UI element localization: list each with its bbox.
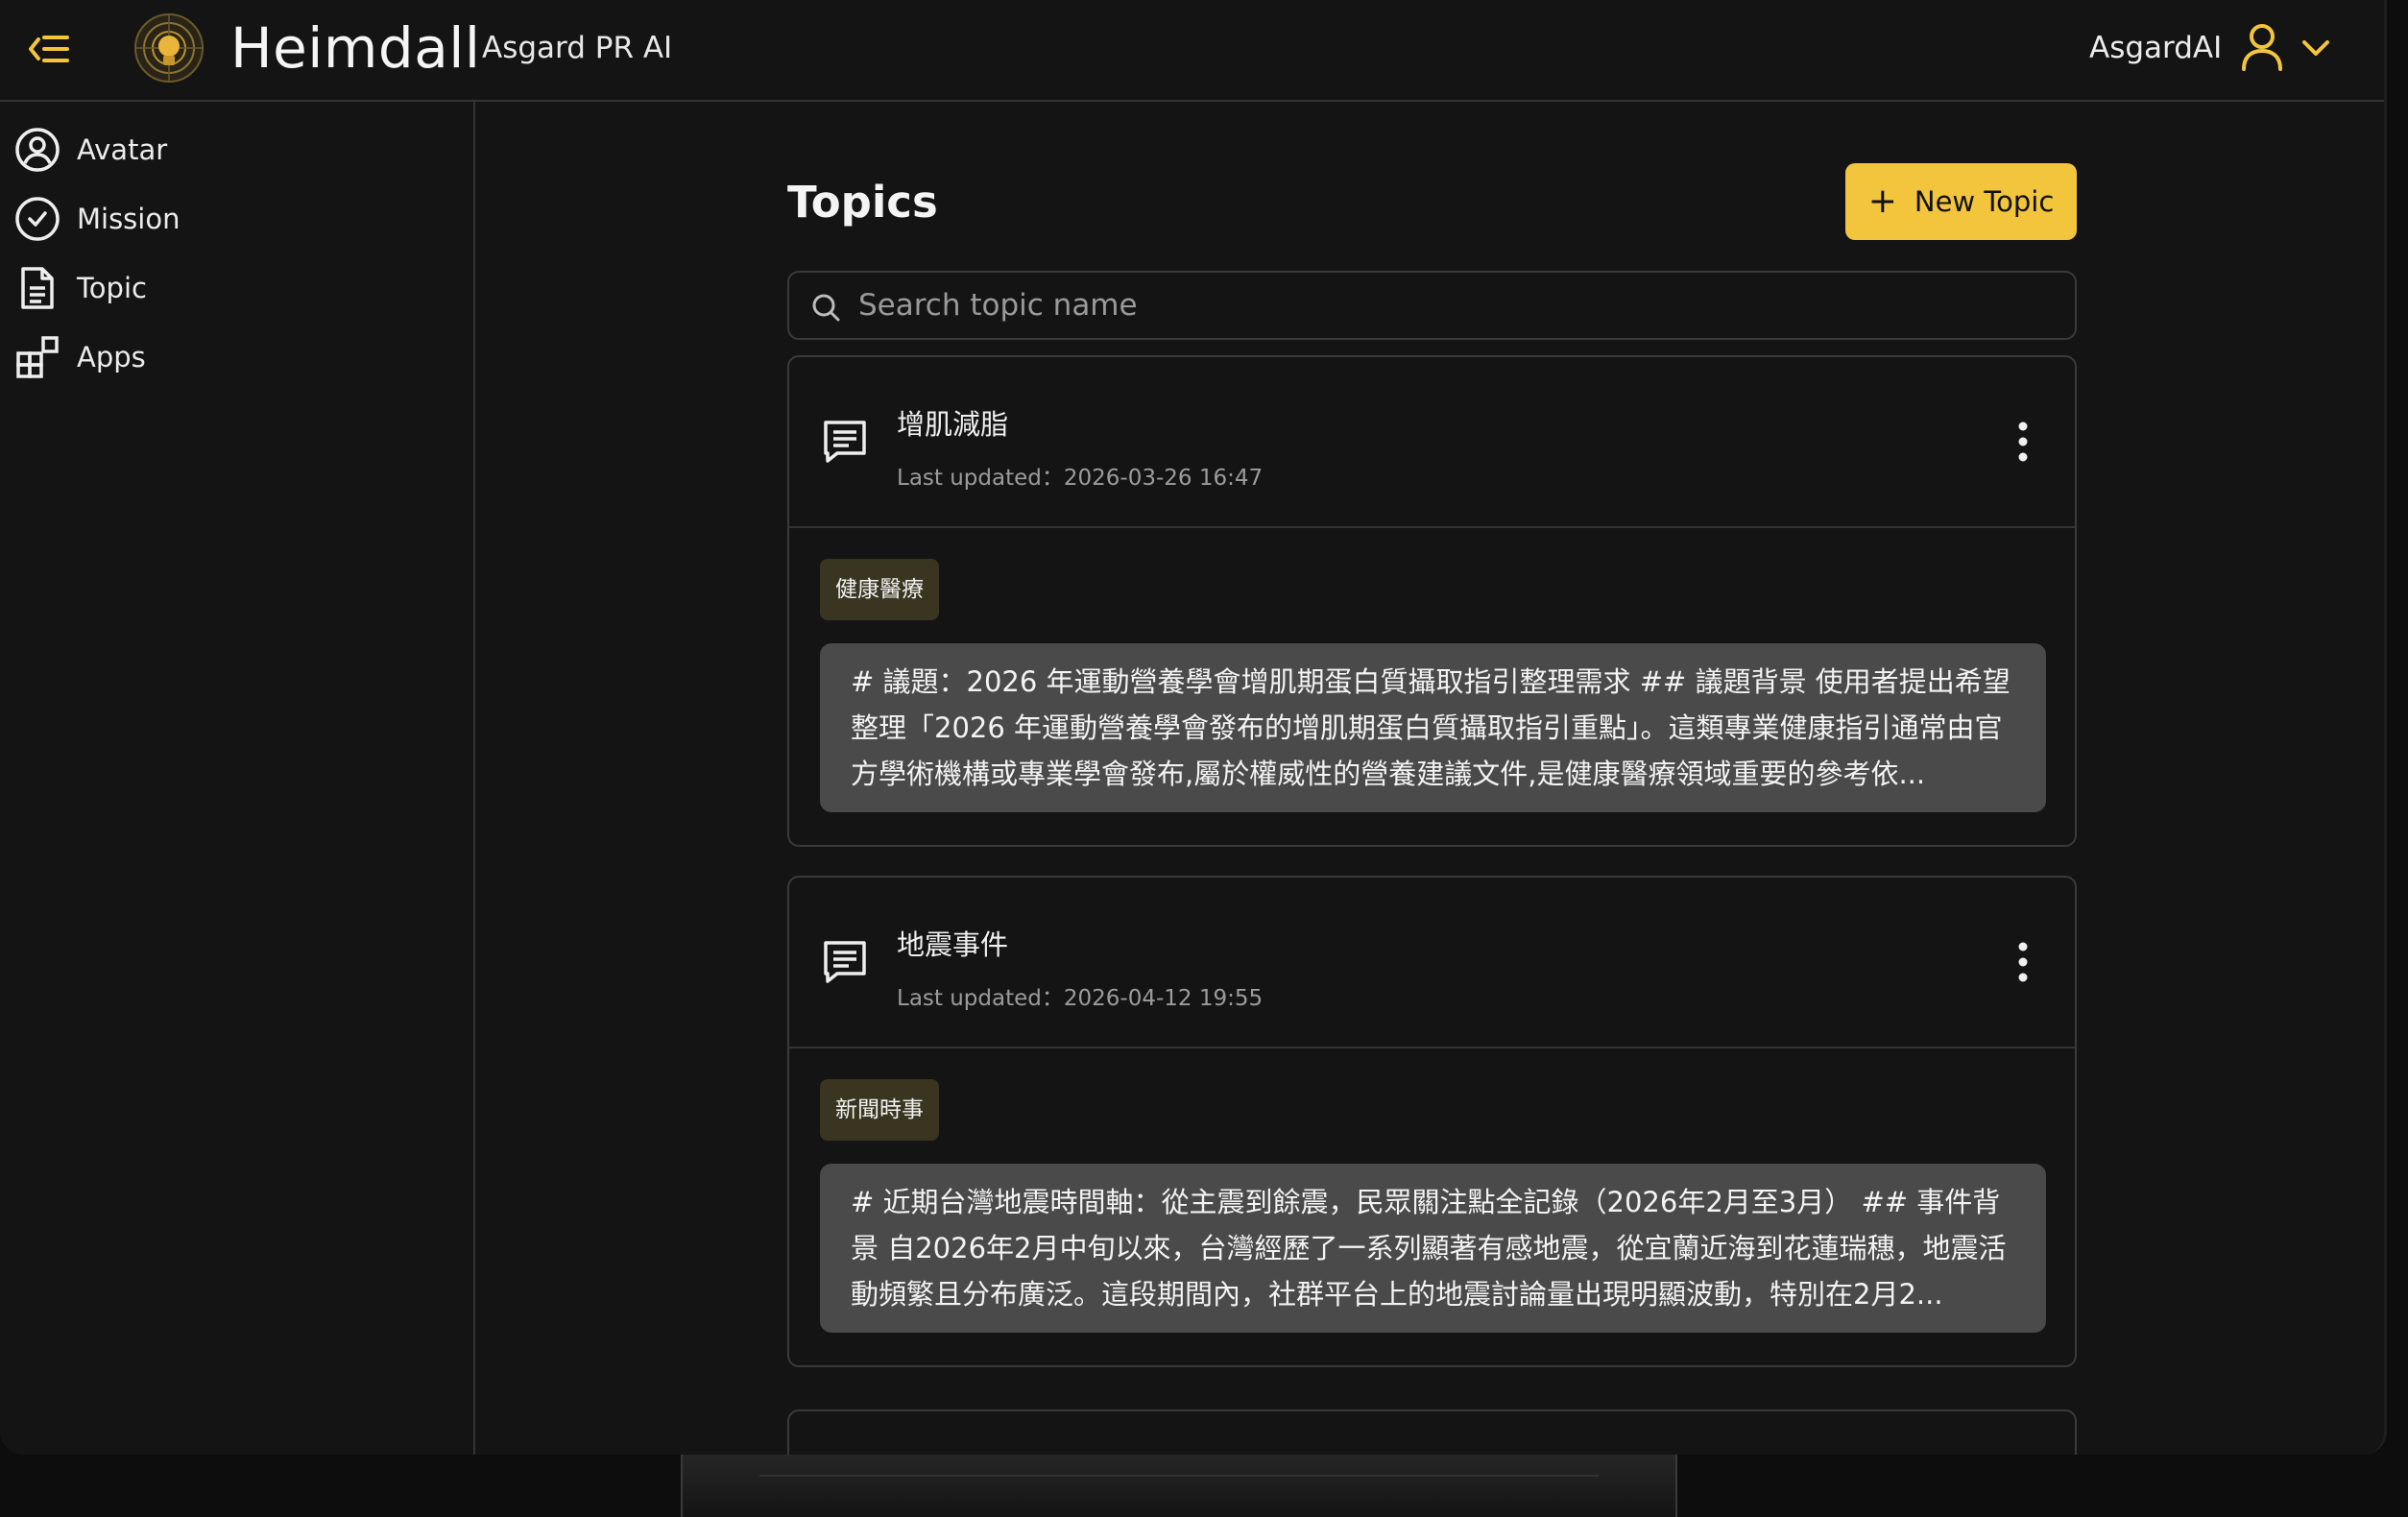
- chat-message-icon: [824, 421, 866, 463]
- app-window: Heimdall Asgard PR AI AsgardAI Avatar Mi…: [0, 0, 2387, 1455]
- sidebar-item-label: Topic: [77, 272, 147, 304]
- new-topic-button[interactable]: + New Topic: [1845, 163, 2077, 240]
- sidebar-item-label: Avatar: [77, 133, 168, 166]
- background-divider: [759, 1475, 1599, 1477]
- sidebar-collapse-button[interactable]: [25, 25, 73, 73]
- topic-card[interactable]: 增肌減脂 Last updated：2026-03-26 16:47 健康醫療 …: [787, 355, 2077, 847]
- topic-title[interactable]: 地震事件: [897, 926, 1008, 964]
- sidebar-item-avatar[interactable]: Avatar: [13, 121, 455, 179]
- more-vertical-icon: [2018, 942, 2028, 982]
- chevron-down-icon[interactable]: [2297, 29, 2335, 67]
- sidebar-item-label: Mission: [77, 203, 181, 235]
- user-name[interactable]: AsgardAI: [2089, 26, 2222, 70]
- page-title: Topics: [787, 177, 938, 228]
- topic-card-header: 地震事件 Last updated：2026-04-12 19:55: [789, 878, 2075, 1048]
- check-circle-icon: [15, 197, 60, 241]
- topic-last-updated: Last updated：2026-04-12 19:55: [897, 986, 1264, 1011]
- more-vertical-icon: [2018, 421, 2028, 462]
- sidebar-item-label: Apps: [77, 341, 146, 373]
- search-icon: [812, 294, 840, 322]
- apps-grid-icon: [16, 336, 59, 378]
- more-options-button[interactable]: [1999, 415, 2047, 469]
- sidebar-item-apps[interactable]: Apps: [13, 328, 455, 386]
- topic-card-partial[interactable]: [787, 1409, 2077, 1455]
- topic-summary: # 近期台灣地震時間軸：從主震到餘震，民眾關注點全記錄（2026年2月至3月） …: [820, 1164, 2046, 1333]
- category-tag: 健康醫療: [820, 559, 939, 620]
- top-header: Heimdall Asgard PR AI AsgardAI: [0, 0, 2384, 102]
- collapse-menu-icon: [29, 36, 69, 62]
- topic-summary: # 議題：2026 年運動營養學會增肌期蛋白質攝取指引整理需求 ## 議題背景 …: [820, 643, 2046, 812]
- user-icon[interactable]: [2239, 21, 2285, 73]
- avatar-icon: [15, 128, 60, 172]
- topic-card-body: 新聞時事 # 近期台灣地震時間軸：從主震到餘震，民眾關注點全記錄（2026年2月…: [789, 1048, 2075, 1365]
- topic-last-updated: Last updated：2026-03-26 16:47: [897, 466, 1264, 491]
- heimdall-logo: [134, 13, 204, 83]
- topic-title[interactable]: 增肌減脂: [897, 405, 1008, 444]
- sidebar-item-mission[interactable]: Mission: [13, 190, 455, 248]
- chat-message-icon: [824, 941, 866, 983]
- search-box: [787, 271, 2077, 340]
- search-input[interactable]: [856, 280, 2047, 330]
- brand-name: Heimdall: [230, 15, 481, 81]
- sidebar-item-topic[interactable]: Topic: [13, 259, 455, 317]
- sidebar: Avatar Mission Topic Apps: [0, 102, 475, 1455]
- document-icon: [21, 267, 54, 309]
- topic-card[interactable]: 地震事件 Last updated：2026-04-12 19:55 新聞時事 …: [787, 876, 2077, 1367]
- topic-card-header: 增肌減脂 Last updated：2026-03-26 16:47: [789, 357, 2075, 528]
- category-tag: 新聞時事: [820, 1079, 939, 1141]
- topic-card-body: 健康醫療 # 議題：2026 年運動營養學會增肌期蛋白質攝取指引整理需求 ## …: [789, 528, 2075, 845]
- brand-subtitle: Asgard PR AI: [482, 31, 673, 65]
- plus-icon: +: [1867, 181, 1897, 221]
- main-content: Topics + New Topic 增肌減脂 Last up: [477, 102, 2384, 1455]
- more-options-button[interactable]: [1999, 935, 2047, 989]
- new-topic-label: New Topic: [1914, 185, 2055, 218]
